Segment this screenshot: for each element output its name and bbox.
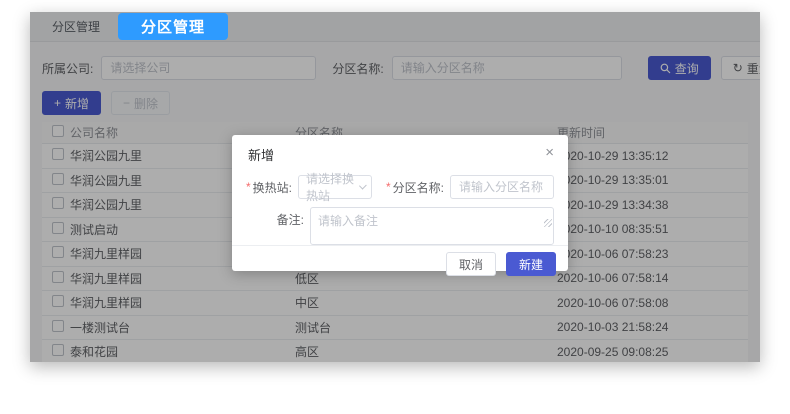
dialog-form-row-2: 备注: [246,207,554,245]
station-select[interactable]: 请选择换热站 [298,175,372,199]
dialog-title: 新增 [248,148,274,163]
dialog-footer: 取消 新建 [232,245,568,282]
station-field-label-wrap: * 换热站: [246,175,292,199]
partition-name-field[interactable] [450,175,554,199]
partition-field-label-wrap: * 分区名称: [386,175,444,199]
screen: 分区管理 所属公司: 分区名称: 查询 ↻ [0,0,790,414]
partition-field-label: 分区名称: [393,179,444,196]
chevron-down-icon [359,182,367,190]
dialog-body: * 换热站: 请选择换热站 * 分区名称: 备注: [232,171,568,245]
confirm-create-button[interactable]: 新建 [506,252,556,276]
station-select-placeholder: 请选择换热站 [306,170,359,204]
remark-field-label: 备注: [277,211,304,228]
close-icon[interactable]: × [543,143,556,162]
dialog-form-row-1: * 换热站: 请选择换热站 * 分区名称: [246,175,554,199]
station-field-label: 换热站: [253,179,292,196]
dialog-header: 新增 × [232,135,568,171]
remark-field[interactable] [310,207,554,245]
required-mark: * [246,180,251,194]
highlight-badge: 分区管理 [118,13,228,40]
add-partition-dialog: 新增 × * 换热站: 请选择换热站 * 分区名称: [232,135,568,271]
cancel-button[interactable]: 取消 [446,252,496,276]
required-mark: * [386,180,391,194]
remark-field-label-wrap: 备注: [246,207,304,231]
